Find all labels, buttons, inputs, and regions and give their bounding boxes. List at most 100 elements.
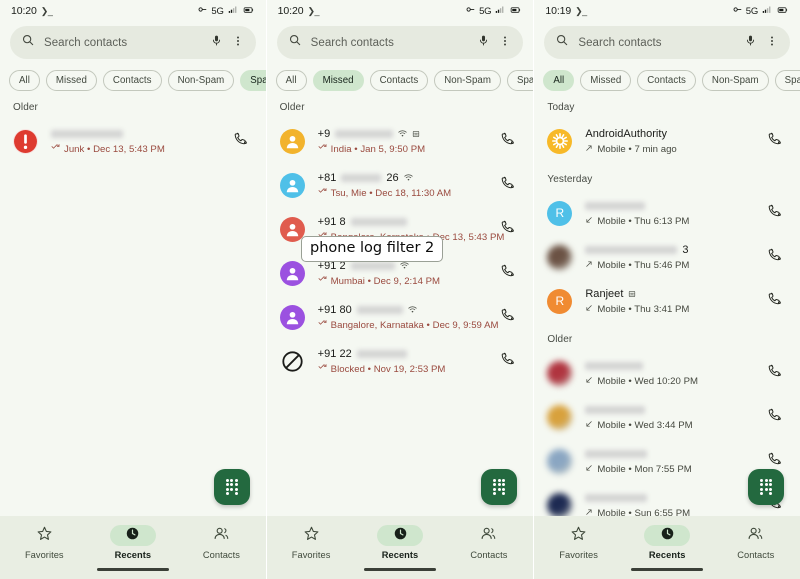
call-log-row[interactable]: +91 80 Bangalore, Karnataka • Dec 9, 9:59… (267, 295, 534, 339)
call-back-button[interactable] (497, 306, 519, 328)
call-back-icon[interactable] (500, 307, 516, 328)
call-back-button[interactable] (497, 130, 519, 152)
filter-chip-contacts[interactable]: Contacts (102, 70, 162, 91)
nav-item-favorites[interactable]: Favorites (0, 525, 89, 560)
filter-chip-all[interactable]: All (275, 70, 307, 91)
microphone-icon[interactable] (477, 34, 490, 52)
nav-item-contacts[interactable]: Contacts (444, 525, 533, 560)
dialpad-fab[interactable] (481, 469, 518, 505)
search-input[interactable]: Search contacts (311, 37, 469, 49)
call-back-icon[interactable] (767, 291, 783, 312)
call-back-button[interactable] (764, 406, 786, 428)
call-log-list[interactable]: Today AndroidAuthority Mobile • 7 min ago Y… (534, 91, 800, 516)
more-vert-icon[interactable] (499, 34, 511, 52)
call-back-icon[interactable] (767, 131, 783, 152)
call-log-row-body: +91 22 Blocked • Nov 19, 2:53 PM (318, 347, 492, 375)
nav-item-recents[interactable]: Recents (356, 525, 445, 560)
call-back-button[interactable] (764, 130, 786, 152)
call-log-row[interactable]: R Mobile • Thu 6:13 PM (534, 191, 800, 235)
search-input[interactable]: Search contacts (44, 37, 201, 49)
filter-chip-spam[interactable]: Spam (506, 70, 534, 91)
avatar[interactable] (279, 260, 305, 286)
call-back-icon[interactable] (767, 407, 783, 428)
call-back-icon[interactable] (500, 351, 516, 372)
call-log-list[interactable]: Older +9 India • Jan 5, 9:50 PM +81 26 Tsu, M… (267, 91, 534, 516)
filter-chip-all[interactable]: All (543, 70, 575, 91)
avatar-spam[interactable] (13, 128, 38, 154)
filter-chip-spam[interactable]: Spam (240, 70, 266, 91)
search-bar[interactable]: Search contacts (276, 26, 524, 59)
call-back-button[interactable] (230, 130, 252, 152)
filter-chip-contacts[interactable]: Contacts (369, 70, 429, 91)
dialpad-fab[interactable] (748, 469, 785, 505)
call-back-icon[interactable] (767, 203, 783, 224)
nav-item-recents[interactable]: Recents (89, 525, 178, 560)
avatar[interactable] (547, 244, 573, 270)
nav-item-contacts[interactable]: Contacts (177, 525, 266, 560)
filter-chip-missed[interactable]: Missed (580, 70, 632, 91)
call-back-icon[interactable] (500, 263, 516, 284)
missed-call-icon (318, 319, 327, 331)
call-log-row[interactable]: AndroidAuthority Mobile • 7 min ago (534, 119, 800, 163)
nav-item-favorites[interactable]: Favorites (267, 525, 356, 560)
call-back-icon[interactable] (233, 131, 249, 152)
call-back-icon[interactable] (500, 131, 516, 152)
call-log-row[interactable]: +9 India • Jan 5, 9:50 PM (267, 119, 534, 163)
call-back-button[interactable] (764, 362, 786, 384)
avatar[interactable] (279, 172, 305, 198)
call-back-button[interactable] (497, 218, 519, 240)
search-bar[interactable]: Search contacts (10, 26, 256, 59)
call-log-row[interactable]: 3 Mobile • Thu 5:46 PM (534, 235, 800, 279)
search-icon[interactable] (288, 33, 302, 52)
filter-chip-contacts[interactable]: Contacts (637, 70, 696, 91)
call-back-icon[interactable] (767, 247, 783, 268)
call-back-icon[interactable] (500, 175, 516, 196)
search-icon[interactable] (21, 33, 35, 52)
nav-item-favorites[interactable]: Favorites (534, 525, 623, 560)
call-log-row[interactable]: R Ranjeet Mobile • Thu 3:41 PM (534, 279, 800, 323)
vpn-key-icon (733, 5, 742, 17)
filter-chip-spam[interactable]: Spam (774, 70, 800, 91)
filter-chip-missed[interactable]: Missed (312, 70, 364, 91)
avatar[interactable] (279, 304, 305, 330)
avatar[interactable]: R (547, 200, 573, 226)
call-back-icon[interactable] (767, 363, 783, 384)
search-bar[interactable]: Search contacts (544, 26, 791, 59)
nav-item-recents[interactable]: Recents (623, 525, 712, 560)
search-icon[interactable] (555, 33, 569, 52)
call-log-row[interactable]: Mobile • Wed 10:20 PM (534, 351, 800, 395)
call-back-icon[interactable] (500, 219, 516, 240)
call-log-row[interactable]: +81 26 Tsu, Mie • Dec 18, 11:30 AM (267, 163, 534, 207)
call-back-button[interactable] (764, 246, 786, 268)
call-back-button[interactable] (764, 290, 786, 312)
call-log-list[interactable]: Older Junk • Dec 13, 5:43 PM (0, 91, 266, 516)
avatar[interactable] (547, 360, 573, 386)
filter-chip-all[interactable]: All (9, 70, 40, 91)
microphone-icon[interactable] (210, 34, 223, 52)
call-log-row[interactable]: +91 22 Blocked • Nov 19, 2:53 PM (267, 339, 534, 383)
call-back-button[interactable] (764, 202, 786, 224)
dialpad-fab[interactable] (213, 469, 250, 505)
filter-chip-non-spam[interactable]: Non-Spam (167, 70, 235, 91)
search-input[interactable]: Search contacts (578, 37, 735, 49)
filter-chip-missed[interactable]: Missed (45, 70, 97, 91)
avatar[interactable] (547, 448, 573, 474)
more-vert-icon[interactable] (766, 34, 778, 52)
avatar-logo[interactable] (547, 128, 573, 154)
filter-chip-non-spam[interactable]: Non-Spam (701, 70, 769, 91)
more-vert-icon[interactable] (232, 34, 244, 52)
avatar[interactable] (547, 492, 573, 516)
call-log-row[interactable]: Junk • Dec 13, 5:43 PM (0, 119, 266, 163)
call-back-button[interactable] (497, 350, 519, 372)
call-log-row[interactable]: Mobile • Wed 3:44 PM (534, 395, 800, 439)
call-log-meta: Mobile • Thu 5:46 PM (597, 259, 690, 271)
avatar[interactable] (279, 128, 305, 154)
avatar[interactable]: R (547, 288, 573, 314)
filter-chip-non-spam[interactable]: Non-Spam (434, 70, 501, 91)
microphone-icon[interactable] (744, 34, 757, 52)
call-back-button[interactable] (497, 174, 519, 196)
call-back-button[interactable] (497, 262, 519, 284)
nav-item-contacts[interactable]: Contacts (711, 525, 800, 560)
avatar-blocked[interactable] (280, 349, 305, 374)
avatar[interactable] (547, 404, 573, 430)
